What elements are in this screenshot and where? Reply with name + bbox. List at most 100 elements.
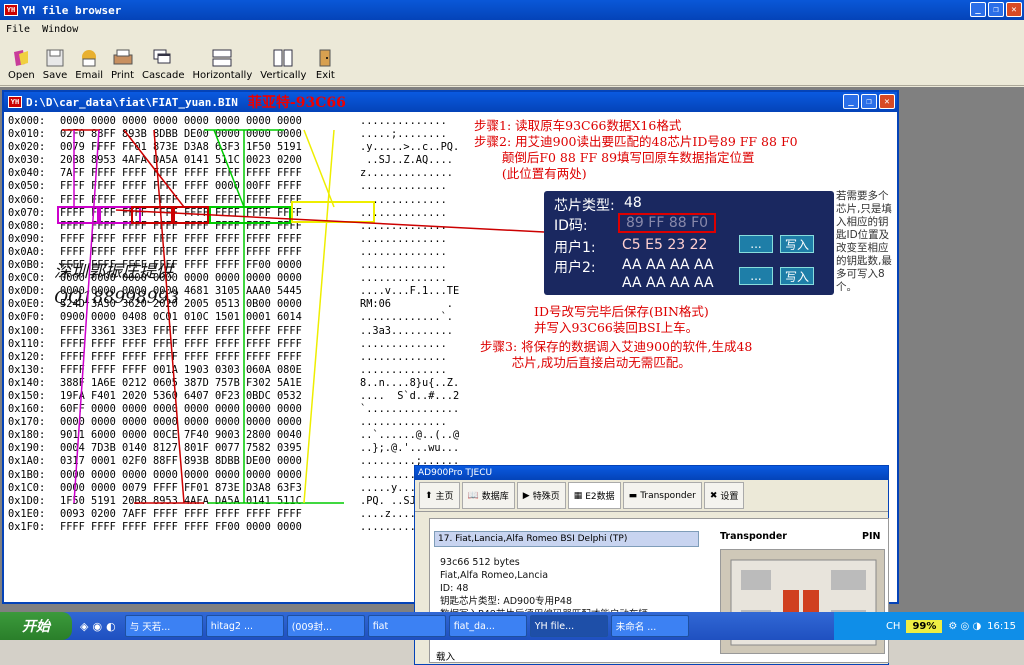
save-button[interactable]: Save bbox=[39, 38, 72, 85]
tab-e2-label: E2数据 bbox=[585, 492, 615, 502]
load-label: 载入 bbox=[436, 652, 456, 663]
user1-label: 用户1: bbox=[554, 240, 596, 256]
print-button[interactable]: Print bbox=[107, 38, 138, 85]
tile-horizontal-icon bbox=[211, 48, 233, 68]
cascade-icon bbox=[152, 48, 174, 68]
vehicle-select[interactable]: 17. Fiat,Lancia,Alfa Romeo BSI Delphi (T… bbox=[434, 531, 699, 547]
exit-button[interactable]: Exit bbox=[310, 38, 340, 85]
restore-button[interactable]: ❐ bbox=[988, 2, 1004, 17]
device-write-button-1[interactable]: 写入 bbox=[780, 235, 814, 253]
tab-home[interactable]: ⬆ 主页 bbox=[419, 482, 460, 509]
tab-e2-data[interactable]: ▦ E2数据 bbox=[567, 482, 621, 509]
child-restore-button[interactable]: ❐ bbox=[861, 94, 877, 109]
hex-row[interactable]: 0x070: FFFF FFFF FFFF FFFF FFFF FFFF FFFF… bbox=[8, 207, 470, 220]
taskbar-button[interactable]: fiat_da... bbox=[448, 615, 527, 637]
vertically-button[interactable]: Vertically bbox=[256, 38, 310, 85]
hex-row[interactable]: 0x010: 02F0 88FF 893B 8DBB DE00 0000 0000… bbox=[8, 128, 470, 141]
hex-row[interactable]: 0x080: FFFF FFFF FFFF FFFF FFFF FFFF FFFF… bbox=[8, 220, 470, 233]
hex-ascii: .y.....>..c..PQ. bbox=[360, 141, 460, 154]
taskbar-button[interactable]: hitag2 ... bbox=[205, 615, 284, 637]
minimize-button[interactable]: _ bbox=[970, 2, 986, 17]
hex-row[interactable]: 0x1D0: 1F50 5191 20B8 8953 4AFA DA5A 0141… bbox=[8, 495, 470, 508]
hex-row[interactable]: 0x040: 7AFF FFFF FFFF FFFF FFFF FFFF FFFF… bbox=[8, 167, 470, 180]
horizontally-label: Horizontally bbox=[192, 70, 253, 81]
horizontally-button[interactable]: Horizontally bbox=[188, 38, 256, 85]
hex-row[interactable]: 0x1B0: 0000 0000 0000 0000 0000 0000 0000… bbox=[8, 469, 470, 482]
side-note: 若需要多个芯片,只是填入相应的钥匙ID位置及改变至相应的钥匙数,最多可写入8个。 bbox=[836, 190, 892, 293]
hex-row[interactable]: 0x050: FFFF FFFF FFFF FFFF FFFF 0000 00FF… bbox=[8, 180, 470, 193]
device-dots-button-2[interactable]: ... bbox=[739, 267, 773, 285]
hex-row[interactable]: 0x160: 60FF 0000 0000 0000 0000 0000 0000… bbox=[8, 403, 470, 416]
save-icon bbox=[44, 48, 66, 68]
taskbar-button[interactable]: YH file... bbox=[529, 615, 608, 637]
step3-annotation: 步骤3: 将保存的数据调入艾迪900的软件,生成48 芯片,成功后直接启动无需匹… bbox=[480, 339, 753, 370]
hex-ascii: .............`. bbox=[360, 311, 453, 324]
hex-row[interactable]: 0x030: 20B8 8953 4AFA DA5A 0141 511C 0023… bbox=[8, 154, 470, 167]
hex-ascii: .............. bbox=[360, 115, 447, 127]
hex-bytes: 0317 0001 02F0 88FF 893B 8DBB DE00 0000 bbox=[60, 455, 302, 468]
hex-addr: 0x080: bbox=[8, 219, 46, 232]
hex-dump[interactable]: 0x000: 0000 0000 0000 0000 0000 0000 0000… bbox=[8, 115, 470, 534]
hex-row[interactable]: 0x020: 0079 FFFF FF01 873E D3A8 63F3 1F50… bbox=[8, 141, 470, 154]
hex-bytes: FFFF FFFF FFFF FFFF FFFF FF00 0000 0000 bbox=[60, 520, 302, 533]
menu-file[interactable]: File bbox=[6, 24, 30, 35]
tab-settings[interactable]: ✖ 设置 bbox=[703, 482, 745, 509]
start-button[interactable]: 开始 bbox=[0, 612, 72, 640]
taskbar-button[interactable]: fiat bbox=[367, 615, 446, 637]
hex-row[interactable]: 0x100: FFFF 3361 33E3 FFFF FFFF FFFF FFFF… bbox=[8, 325, 470, 338]
hex-row[interactable]: 0x0A0: FFFF FFFF FFFF FFFF FFFF FFFF FFFF… bbox=[8, 246, 470, 259]
hex-row[interactable]: 0x1C0: 0000 0000 0079 FFFF FF01 873E D3A8… bbox=[8, 482, 470, 495]
hex-row[interactable]: 0x180: 9011 6000 0000 00CE 7F40 9003 2800… bbox=[8, 429, 470, 442]
transponder-icon: ▬ bbox=[628, 490, 638, 501]
child-minimize-button[interactable]: _ bbox=[843, 94, 859, 109]
cascade-label: Cascade bbox=[142, 70, 185, 81]
menu-window[interactable]: Window bbox=[42, 24, 78, 35]
child-close-button[interactable]: ✕ bbox=[879, 94, 895, 109]
hex-ascii: ..SJ..Z.AQ.... bbox=[360, 154, 453, 167]
close-button[interactable]: ✕ bbox=[1006, 2, 1022, 17]
cascade-button[interactable]: Cascade bbox=[138, 38, 188, 85]
quicklaunch-icon-3[interactable]: ◐ bbox=[106, 620, 116, 633]
hex-ascii: .............. bbox=[360, 363, 447, 376]
email-button[interactable]: Email bbox=[71, 38, 107, 85]
hex-ascii: ..`......@..(..@ bbox=[360, 429, 460, 442]
hex-row[interactable]: 0x060: FFFF FFFF FFFF FFFF FFFF FFFF FFFF… bbox=[8, 194, 470, 207]
tab-transponder[interactable]: ▬ Transponder bbox=[622, 482, 702, 509]
hex-row[interactable]: 0x000: 0000 0000 0000 0000 0000 0000 0000… bbox=[8, 115, 470, 128]
hex-row[interactable]: 0x1E0: 0093 0200 7AFF FFFF FFFF FFFF FFFF… bbox=[8, 508, 470, 521]
tab-special-label: 特殊页 bbox=[532, 492, 560, 502]
tab-special[interactable]: ▶ 特殊页 bbox=[516, 482, 566, 509]
hex-row[interactable]: 0x1F0: FFFF FFFF FFFF FFFF FFFF FF00 0000… bbox=[8, 521, 470, 534]
zoom-indicator[interactable]: 99% bbox=[906, 619, 943, 633]
device-dots-button-1[interactable]: ... bbox=[739, 235, 773, 253]
watermark-name: 深圳郭振庄提供 bbox=[54, 262, 173, 282]
lang-indicator[interactable]: CH bbox=[886, 621, 901, 632]
device-write-button-2[interactable]: 写入 bbox=[780, 267, 814, 285]
hex-row[interactable]: 0x130: FFFF FFFF FFFF 001A 1903 0303 060A… bbox=[8, 364, 470, 377]
child-title-bar: YH D:\D\car_data\fiat\FIAT_yuan.BIN 菲亚特-… bbox=[4, 92, 897, 112]
task-buttons: 与 天若... hitag2 ... (009封... fiat fiat_da... Y… bbox=[122, 615, 689, 637]
hex-row[interactable]: 0x170: 0000 0000 0000 0000 0000 0000 0000… bbox=[8, 416, 470, 429]
taskbar-button[interactable]: 未命名 ... bbox=[610, 615, 689, 637]
taskbar-button[interactable]: (009封... bbox=[286, 615, 365, 637]
hex-row[interactable]: 0x0F0: 0900 0000 0408 0C01 010C 1501 0001… bbox=[8, 311, 470, 324]
hex-row[interactable]: 0x120: FFFF FFFF FFFF FFFF FFFF FFFF FFFF… bbox=[8, 351, 470, 364]
hex-row[interactable]: 0x140: 388F 1A6E 0212 0605 387D 757B F302… bbox=[8, 377, 470, 390]
taskbar-button[interactable]: 与 天若... bbox=[124, 615, 203, 637]
open-label: Open bbox=[8, 70, 35, 81]
main-title-bar: YH YH file browser _ ❐ ✕ bbox=[0, 0, 1024, 20]
exit-label: Exit bbox=[315, 70, 335, 81]
quicklaunch-icon-2[interactable]: ◉ bbox=[92, 620, 102, 633]
hex-row[interactable]: 0x190: 0004 7D3B 0140 8127 801F 0077 7582… bbox=[8, 442, 470, 455]
hex-row[interactable]: 0x1A0: 0317 0001 02F0 88FF 893B 8DBB DE00… bbox=[8, 455, 470, 468]
hex-row[interactable]: 0x150: 19FA F401 2020 5360 6407 0F23 0BDC… bbox=[8, 390, 470, 403]
open-button[interactable]: Open bbox=[4, 38, 39, 85]
hex-row[interactable]: 0x090: FFFF FFFF FFFF FFFF FFFF FFFF FFFF… bbox=[8, 233, 470, 246]
quicklaunch-icon-1[interactable]: ◈ bbox=[80, 620, 88, 633]
hex-row[interactable]: 0x110: FFFF FFFF FFFF FFFF FFFF FFFF FFFF… bbox=[8, 338, 470, 351]
hex-addr: 0x020: bbox=[8, 141, 46, 154]
hex-bytes: FFFF FFFF FFFF FFFF FFFF FFFF FFFF FFFF bbox=[60, 337, 302, 350]
tray-icons[interactable]: ⚙ ◎ ◑ bbox=[948, 621, 981, 632]
hex-addr: 0x090: bbox=[8, 232, 46, 245]
tab-database[interactable]: 📖 数据库 bbox=[461, 482, 515, 509]
